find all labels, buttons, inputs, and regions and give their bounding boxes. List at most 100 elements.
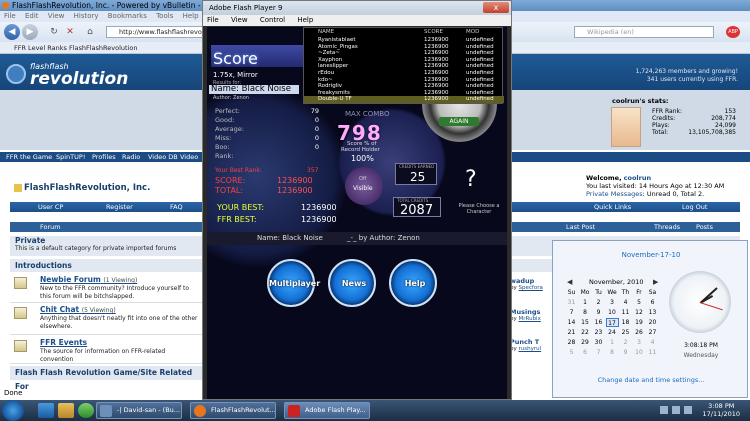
calendar-day[interactable]: 20	[646, 318, 659, 327]
calendar-day[interactable]: 1	[579, 298, 592, 307]
news-button[interactable]: News	[328, 259, 376, 307]
calendar-day[interactable]: 22	[579, 328, 592, 337]
calendar-day[interactable]: 17	[605, 318, 619, 327]
tray-flag-icon[interactable]	[684, 406, 692, 414]
username-link[interactable]: coolrun	[624, 174, 651, 182]
reload-icon[interactable]: ↻	[46, 24, 62, 40]
url-bar[interactable]: http://www.flashflashrevolution.com/vbz/…	[106, 26, 206, 38]
next-month-icon[interactable]: ▶	[653, 278, 658, 286]
flash-menu-file[interactable]: File	[207, 16, 219, 24]
home-icon[interactable]: ⌂	[82, 24, 98, 40]
calendar-day[interactable]: 2	[619, 338, 632, 347]
change-date-time-link[interactable]: Change date and time settings...	[553, 376, 749, 384]
calendar-day[interactable]: 25	[619, 328, 632, 337]
search-input[interactable]: Wikipedia (en)	[574, 26, 714, 38]
multiplayer-button[interactable]: Multiplayer	[267, 259, 320, 307]
calendar-day[interactable]: 31	[565, 298, 578, 307]
calendar-day[interactable]: 9	[592, 308, 605, 317]
menu-file[interactable]: File	[4, 12, 16, 20]
calendar-day[interactable]: 5	[565, 348, 578, 357]
forum-title[interactable]: FlashFlashRevolution, Inc.	[24, 183, 150, 193]
user-cp-link[interactable]: User CP	[38, 202, 63, 212]
forum-title-link[interactable]: Newbie Forum	[40, 275, 101, 284]
private-messages-link[interactable]: Private Messages	[586, 190, 643, 198]
calendar-day[interactable]: 11	[619, 308, 632, 317]
faq-link[interactable]: FAQ	[170, 202, 183, 212]
menu-history[interactable]: History	[74, 12, 99, 20]
calendar-day[interactable]: 24	[606, 328, 619, 337]
tray-clock[interactable]: 3:08 PM 17/11/2010	[703, 402, 740, 418]
calendar-day[interactable]: 28	[565, 338, 578, 347]
logo-main-text[interactable]: revolution	[30, 69, 128, 89]
calendar-day[interactable]: 8	[579, 308, 592, 317]
calendar-day[interactable]: 1	[606, 338, 619, 347]
calendar-day[interactable]: 16	[592, 318, 605, 327]
calendar-day[interactable]: 3	[606, 298, 619, 307]
back-icon[interactable]: ◀	[4, 24, 20, 40]
last-post-link[interactable]: Musings	[510, 308, 554, 316]
calendar-date-title[interactable]: November-17-10	[553, 251, 749, 259]
nav-video-db[interactable]: Video DB	[148, 152, 178, 162]
calendar-day[interactable]: 3	[633, 338, 646, 347]
adblock-icon[interactable]: ABP	[726, 26, 740, 38]
tab-ffr-level-ranks[interactable]: FFR Level Ranks FlashFlashRevolution	[14, 44, 137, 52]
calendar-day[interactable]: 7	[565, 308, 578, 317]
last-post-author[interactable]: MrRubix	[519, 316, 541, 322]
tray-network-icon[interactable]	[660, 406, 668, 414]
calendar-day[interactable]: 18	[619, 318, 632, 327]
calendar-day[interactable]: 6	[646, 298, 659, 307]
section-game-site[interactable]: Flash Flash Revolution Game/Site Related…	[10, 366, 203, 391]
nav-profiles[interactable]: Profiles	[92, 152, 116, 162]
tray-volume-icon[interactable]	[672, 406, 680, 414]
calendar-day[interactable]: 9	[619, 348, 632, 357]
calendar-day[interactable]: 10	[606, 308, 619, 317]
calendar-day[interactable]: 11	[646, 348, 659, 357]
last-post-author[interactable]: rushyrul	[519, 346, 542, 352]
choose-character[interactable]: Please Choose a Character	[451, 203, 507, 215]
forum-title-link[interactable]: FFR Events	[40, 338, 87, 347]
calendar-day[interactable]: 2	[592, 298, 605, 307]
log-out-link[interactable]: Log Out	[682, 202, 707, 212]
menu-help[interactable]: Help	[183, 12, 199, 20]
calendar-day[interactable]: 23	[592, 328, 605, 337]
taskbar-firefox[interactable]: FlashFlashRevolut...	[190, 402, 276, 419]
flash-menu-view[interactable]: View	[231, 16, 248, 24]
menu-bookmarks[interactable]: Bookmarks	[108, 12, 147, 20]
calendar-day[interactable]: 8	[606, 348, 619, 357]
calendar-day[interactable]: 4	[619, 298, 632, 307]
ie-icon[interactable]	[38, 403, 54, 418]
menu-edit[interactable]: Edit	[25, 12, 39, 20]
nav-video[interactable]: Video	[180, 152, 198, 162]
media-player-icon[interactable]	[78, 403, 94, 418]
nav-radio[interactable]: Radio	[122, 152, 140, 162]
calendar-day[interactable]: 13	[646, 308, 659, 317]
calendar-day[interactable]: 21	[565, 328, 578, 337]
flash-menu-help[interactable]: Help	[297, 16, 313, 24]
calendar-day[interactable]: 26	[633, 328, 646, 337]
prev-month-icon[interactable]: ◀	[567, 278, 572, 286]
nav-spintup[interactable]: SpinTUP!	[56, 152, 85, 162]
close-button[interactable]: x	[483, 2, 509, 13]
taskbar-david-san[interactable]: -| David-san - (Bu...	[96, 402, 182, 419]
last-post-link[interactable]: wadup	[510, 277, 554, 285]
last-post-link[interactable]: Punch T	[510, 338, 554, 346]
calendar-day[interactable]: 27	[646, 328, 659, 337]
flash-menu-control[interactable]: Control	[260, 16, 285, 24]
calendar-day[interactable]: 4	[646, 338, 659, 347]
forum-title-link[interactable]: Chit Chat	[40, 305, 79, 314]
menu-view[interactable]: View	[48, 12, 65, 20]
calendar-day[interactable]: 19	[633, 318, 646, 327]
start-button[interactable]	[2, 400, 24, 421]
help-button[interactable]: Help	[389, 259, 437, 307]
calendar-day[interactable]: 6	[579, 348, 592, 357]
calendar-day[interactable]: 29	[579, 338, 592, 347]
calendar-day[interactable]: 10	[633, 348, 646, 357]
calendar-day[interactable]: 7	[592, 348, 605, 357]
taskbar-flash-player[interactable]: Adobe Flash Play...	[284, 402, 370, 419]
explorer-icon[interactable]	[58, 403, 74, 418]
calendar-month[interactable]: November, 2010	[589, 278, 644, 286]
nav-ffr-game[interactable]: FFR the Game	[6, 152, 52, 162]
quick-links-menu[interactable]: Quick Links	[594, 202, 631, 212]
forward-icon[interactable]: ▶	[22, 24, 38, 40]
menu-tools[interactable]: Tools	[156, 12, 173, 20]
